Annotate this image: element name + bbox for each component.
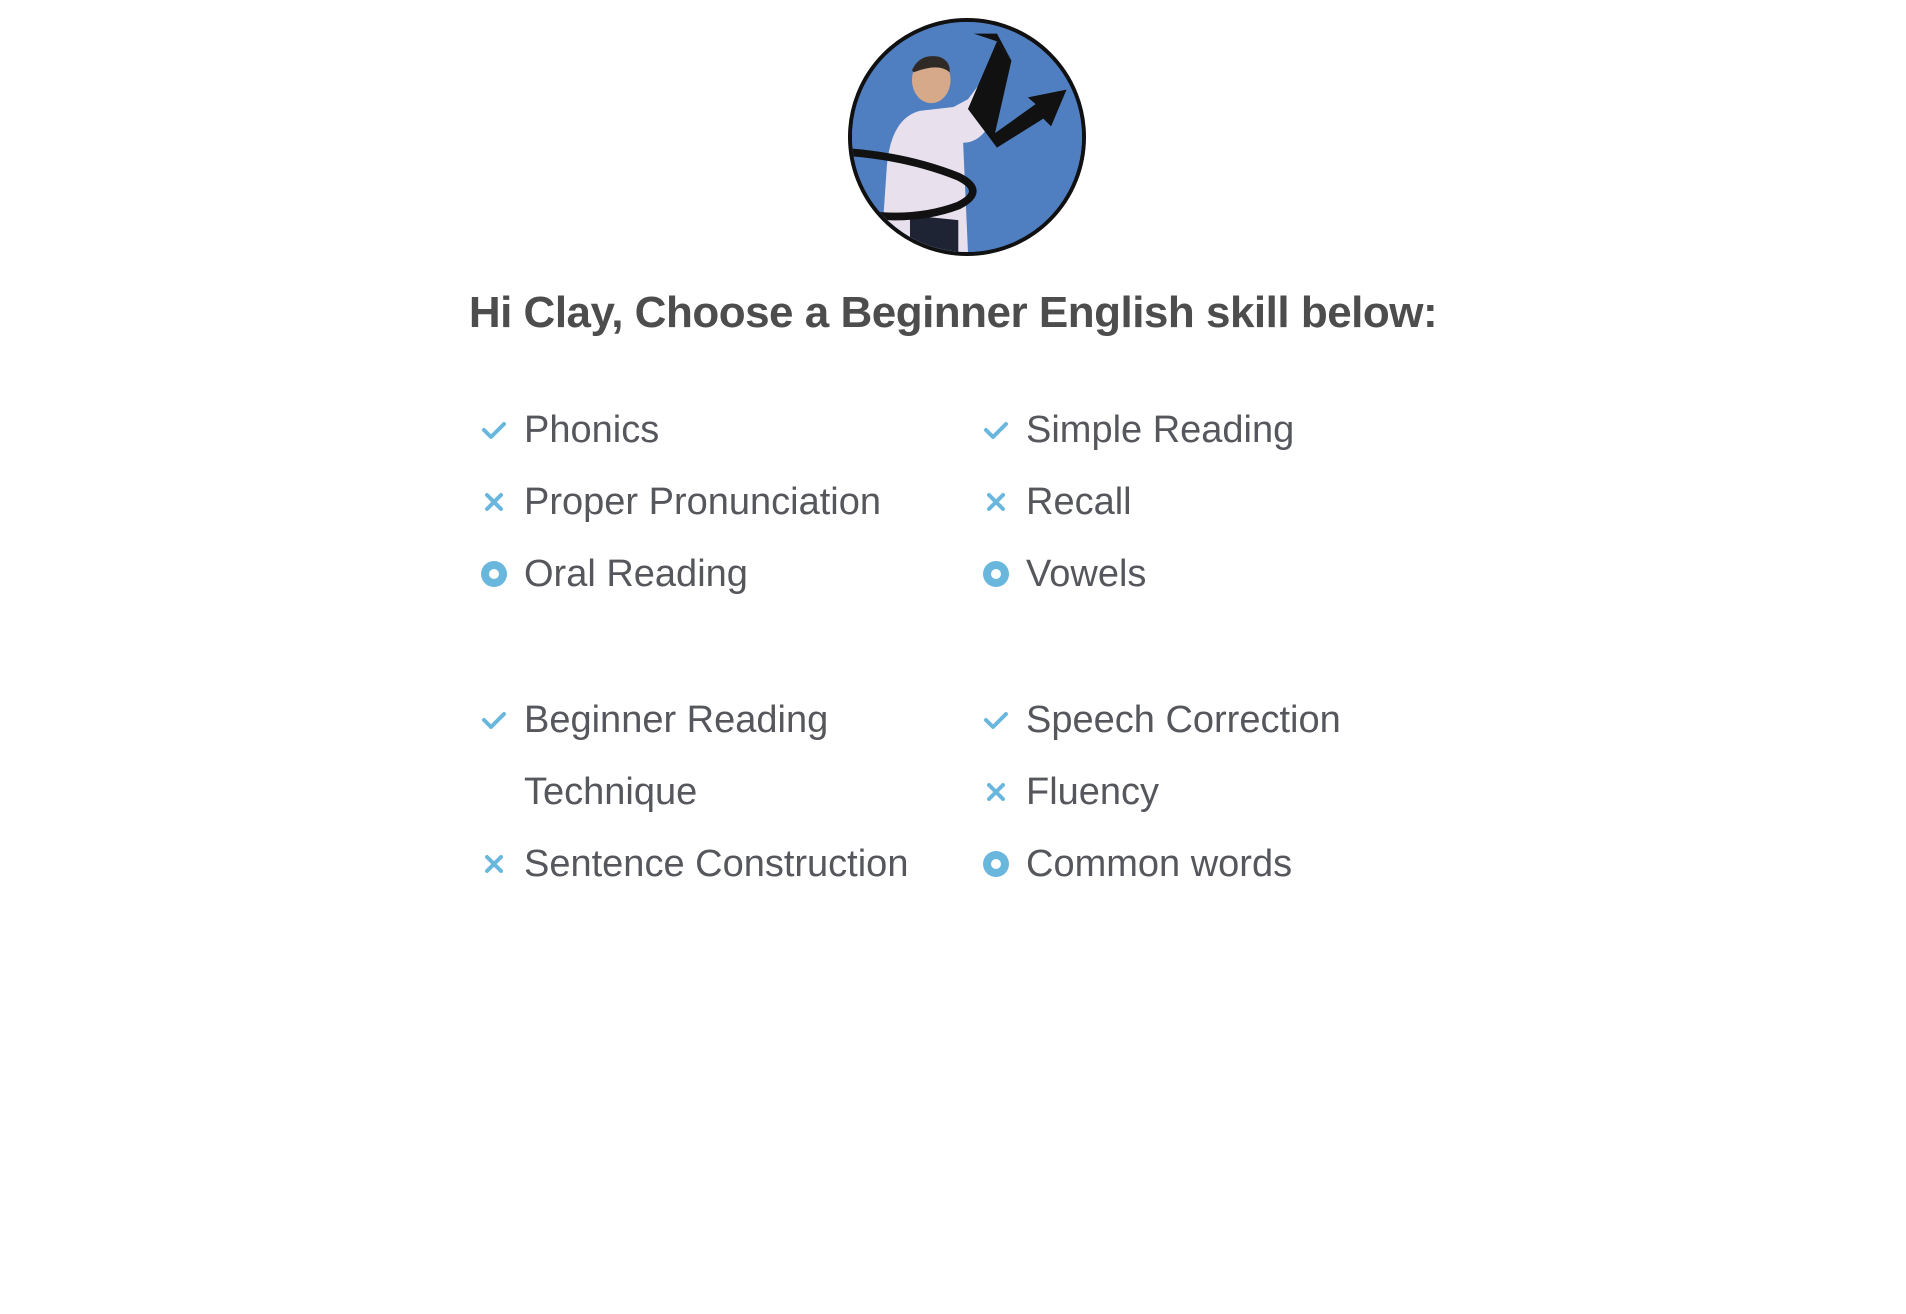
skill-item-phonics[interactable]: Phonics: [480, 394, 881, 466]
page-title: Hi Clay, Choose a Beginner English skill…: [468, 288, 1438, 337]
skill-item-proper-pronunciation[interactable]: Proper Pronunciation: [480, 466, 881, 538]
x-icon: [480, 488, 508, 516]
avatar: [848, 18, 1086, 256]
skill-item-simple-reading[interactable]: Simple Reading: [982, 394, 1294, 466]
check-icon: [982, 706, 1010, 734]
skill-label: Phonics: [524, 409, 660, 451]
skill-label: Recall: [1026, 481, 1132, 523]
check-icon: [480, 706, 508, 734]
check-icon: [480, 416, 508, 444]
skill-label: Proper Pronunciation: [524, 481, 881, 523]
skill-list-group2-right: Speech Correction Fluency Common words: [982, 684, 1341, 900]
dot-circle-icon: [982, 560, 1010, 588]
skill-item-technique[interactable]: Technique: [480, 756, 908, 828]
skill-item-speech-correction[interactable]: Speech Correction: [982, 684, 1341, 756]
skill-item-fluency[interactable]: Fluency: [982, 756, 1341, 828]
skill-item-sentence-construction[interactable]: Sentence Construction: [480, 828, 908, 900]
skill-label: Speech Correction: [1026, 699, 1341, 741]
skill-label: Technique: [524, 771, 698, 813]
skill-item-oral-reading[interactable]: Oral Reading: [480, 538, 881, 610]
skill-label: Oral Reading: [524, 553, 748, 595]
avatar-image: [852, 22, 1082, 252]
x-icon: [982, 488, 1010, 516]
skill-item-recall[interactable]: Recall: [982, 466, 1294, 538]
skill-list-group2-left: Beginner Reading Technique Sentence Cons…: [480, 684, 908, 900]
check-icon: [982, 416, 1010, 444]
x-icon: [480, 850, 508, 878]
skill-item-vowels[interactable]: Vowels: [982, 538, 1294, 610]
skill-label: Vowels: [1026, 553, 1147, 595]
skill-label: Common words: [1026, 843, 1293, 885]
dot-circle-icon: [982, 850, 1010, 878]
skill-list-group1-left: Phonics Proper Pronunciation Oral Readin…: [480, 394, 881, 610]
skill-item-common-words[interactable]: Common words: [982, 828, 1341, 900]
skill-label: Beginner Reading: [524, 699, 829, 741]
skill-label: Simple Reading: [1026, 409, 1295, 451]
skill-label: Sentence Construction: [524, 843, 909, 885]
skill-item-beginner-reading[interactable]: Beginner Reading: [480, 684, 908, 756]
x-icon: [982, 778, 1010, 806]
skill-label: Fluency: [1026, 771, 1160, 813]
dot-circle-icon: [480, 560, 508, 588]
skill-list-group1-right: Simple Reading Recall Vowels: [982, 394, 1294, 610]
